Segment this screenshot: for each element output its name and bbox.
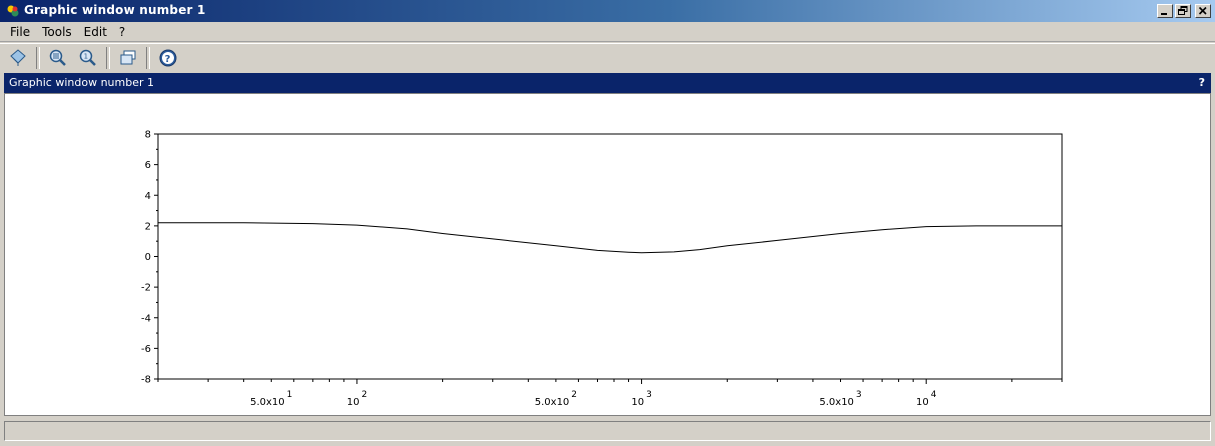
menu-bar: File Tools Edit ?: [0, 22, 1215, 42]
x-tick-base: 10: [347, 397, 360, 408]
window-controls: [1157, 4, 1211, 18]
status-bar: [4, 421, 1211, 441]
datatip-button[interactable]: [6, 46, 30, 70]
x-tick-label: 103: [631, 390, 651, 408]
y-tick-label: -2: [141, 283, 151, 294]
y-tick-label: 6: [145, 160, 151, 171]
y-tick-label: -4: [141, 313, 151, 324]
close-icon: [1198, 6, 1207, 15]
zoom-button[interactable]: [46, 46, 70, 70]
graphic-canvas[interactable]: -8 -6 -4 -2 0 2 4 6 8 5.0x101 102 5.0x102 103 5.0x103…: [4, 93, 1211, 416]
unzoom-button[interactable]: 1: [76, 46, 100, 70]
menu-tools[interactable]: Tools: [36, 25, 78, 39]
toolbar-separator: [106, 47, 110, 69]
y-tick-label: -8: [141, 375, 151, 386]
x-tick-label: 5.0x101: [250, 390, 292, 408]
x-tick-exponent: 2: [571, 390, 577, 400]
dock-help-button[interactable]: ?: [1199, 76, 1205, 89]
x-tick-label: 5.0x102: [535, 390, 577, 408]
datatip-icon: [10, 49, 26, 66]
dock-title-bar: Graphic window number 1 ?: [4, 73, 1211, 93]
zoom-icon: [49, 49, 66, 66]
unzoom-icon: 1: [79, 49, 96, 66]
x-tick-base: 10: [631, 397, 644, 408]
minimize-button[interactable]: [1157, 4, 1173, 18]
y-tick-label: 0: [145, 252, 151, 263]
toolbar-separator: [146, 47, 150, 69]
toolbar-separator: [36, 47, 40, 69]
x-tick-base: 5.0x10: [819, 397, 854, 408]
close-button[interactable]: [1195, 4, 1211, 18]
dock-title: Graphic window number 1: [9, 76, 154, 89]
plot-frame: [157, 133, 1063, 380]
x-tick-exponent: 4: [931, 390, 937, 400]
restore-icon: [1178, 6, 1188, 15]
minimize-icon: [1161, 13, 1167, 15]
plot-area[interactable]: -8-6-4-2024685.0x1011025.0x1021035.0x103…: [5, 94, 1210, 415]
x-tick-exponent: 3: [646, 390, 652, 400]
y-tick-label: 8: [145, 130, 151, 141]
x-tick-exponent: 1: [287, 390, 293, 400]
scilab-icon: [7, 5, 19, 17]
y-tick-label: -6: [141, 344, 151, 355]
help-icon: ?: [159, 49, 177, 67]
x-tick-base: 5.0x10: [250, 397, 285, 408]
x-tick-base: 5.0x10: [535, 397, 570, 408]
menu-file[interactable]: File: [4, 25, 36, 39]
svg-text:1: 1: [84, 53, 88, 61]
svg-text:?: ?: [165, 54, 171, 65]
x-tick-label: 5.0x103: [819, 390, 861, 408]
toolbar: 1 ?: [0, 43, 1215, 72]
help-button[interactable]: ?: [156, 46, 180, 70]
window-title: Graphic window number 1: [24, 3, 206, 17]
menu-help[interactable]: ?: [113, 25, 131, 39]
rotate-button[interactable]: [116, 46, 140, 70]
y-tick-label: 2: [145, 221, 151, 232]
title-bar: Graphic window number 1: [0, 0, 1215, 22]
rotate-icon: [120, 50, 136, 65]
series-line: [158, 222, 1062, 254]
restore-button[interactable]: [1175, 4, 1191, 18]
x-tick-exponent: 3: [856, 390, 862, 400]
y-tick-label: 4: [145, 191, 151, 202]
x-tick-base: 10: [916, 397, 929, 408]
menu-edit[interactable]: Edit: [78, 25, 113, 39]
x-tick-label: 104: [916, 390, 937, 408]
x-tick-exponent: 2: [361, 390, 367, 400]
x-tick-label: 102: [347, 390, 367, 408]
